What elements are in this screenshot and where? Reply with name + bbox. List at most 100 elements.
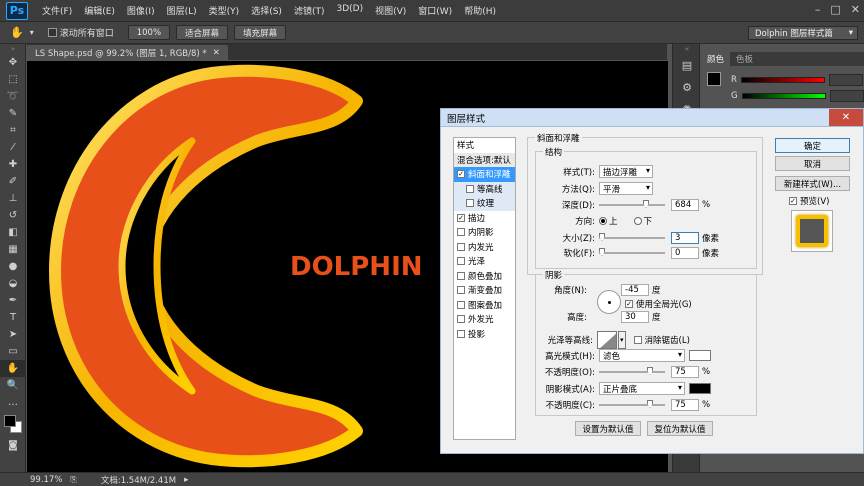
global-light-checkbox[interactable]: ✓ — [625, 300, 633, 308]
status-menu-arrow-icon[interactable]: ▸ — [184, 475, 188, 485]
new-style-button[interactable]: 新建样式(W)... — [775, 176, 850, 191]
menu-1[interactable]: 编辑(E) — [78, 4, 121, 17]
red-value[interactable] — [828, 74, 863, 86]
highlight-mode-select[interactable]: 滤色 — [599, 349, 685, 362]
menu-3[interactable]: 图层(L) — [161, 4, 203, 17]
reset-default-button[interactable]: 复位为默认值 — [647, 421, 713, 436]
lasso-tool-icon[interactable]: ➰ — [0, 88, 26, 105]
style-checkbox[interactable]: ✓ — [457, 213, 465, 222]
ok-button[interactable]: 确定 — [775, 138, 850, 153]
angle-input[interactable]: -45 — [621, 284, 649, 296]
tab-swatches[interactable]: 色板 — [730, 53, 759, 65]
shadow-opacity-slider[interactable] — [599, 400, 665, 408]
style-checkbox[interactable] — [457, 228, 465, 237]
direction-down-radio[interactable] — [633, 217, 642, 225]
move-tool-icon[interactable]: ✥ — [0, 54, 26, 71]
path-select-icon[interactable]: ➤ — [0, 326, 26, 343]
eraser-tool-icon[interactable]: ◧ — [0, 224, 26, 241]
style-checkbox[interactable] — [457, 300, 465, 309]
blur-tool-icon[interactable]: ● — [0, 258, 26, 275]
highlight-color-swatch[interactable] — [689, 350, 711, 361]
green-value[interactable] — [829, 90, 864, 102]
style-item[interactable]: 纹理 — [454, 196, 515, 211]
style-item[interactable]: 内发光 — [454, 240, 515, 255]
style-checkbox[interactable] — [457, 315, 465, 324]
minimize-button[interactable]: – — [815, 3, 821, 16]
fit-screen-button[interactable]: 适合屏幕 — [176, 25, 229, 40]
zoom-100-button[interactable]: 100% — [127, 25, 171, 40]
green-slider[interactable] — [741, 93, 826, 99]
shape-tool-icon[interactable]: ▭ — [0, 343, 26, 360]
quick-select-tool-icon[interactable]: ✎ — [0, 105, 26, 122]
menu-0[interactable]: 文件(F) — [36, 4, 78, 17]
style-item[interactable]: ✓ 斜面和浮雕 — [454, 167, 515, 182]
color-swatches[interactable] — [0, 411, 25, 437]
workspace-dropdown[interactable]: Dolphin 图层样式篇 ▾ — [748, 26, 858, 40]
menu-7[interactable]: 3D(D) — [330, 4, 369, 17]
menu-2[interactable]: 图像(I) — [121, 4, 161, 17]
tool-preset-dropdown[interactable]: ▾ — [30, 28, 34, 37]
style-checkbox[interactable] — [466, 199, 474, 208]
history-panel-icon[interactable]: ▤ — [673, 54, 701, 76]
size-slider[interactable] — [599, 233, 665, 241]
soften-slider-thumb[interactable] — [599, 248, 605, 256]
shadow-opacity-thumb[interactable] — [647, 400, 653, 408]
style-item[interactable]: ✓ 描边 — [454, 211, 515, 226]
maximize-button[interactable]: □ — [830, 3, 840, 16]
style-item[interactable]: 颜色叠加 — [454, 269, 515, 284]
highlight-opacity-thumb[interactable] — [647, 367, 653, 375]
menu-6[interactable]: 滤镜(T) — [288, 4, 331, 17]
size-slider-thumb[interactable] — [599, 233, 605, 241]
altitude-input[interactable]: 30 — [621, 311, 649, 323]
soften-slider[interactable] — [599, 248, 665, 256]
shadow-mode-select[interactable]: 正片叠底 — [599, 382, 685, 395]
close-tab-icon[interactable]: ✕ — [213, 48, 220, 58]
style-item[interactable]: 外发光 — [454, 312, 515, 327]
soften-input[interactable]: 0 — [671, 247, 699, 259]
status-export-icon[interactable]: ⎘ — [70, 475, 76, 485]
style-item[interactable]: 光泽 — [454, 254, 515, 269]
type-tool-icon[interactable]: T — [0, 309, 26, 326]
tab-color[interactable]: 颜色 — [701, 52, 731, 66]
style-checkbox[interactable] — [457, 257, 465, 266]
style-item[interactable]: 等高线 — [454, 181, 515, 196]
menu-10[interactable]: 帮助(H) — [458, 4, 502, 17]
style-checkbox[interactable]: ✓ — [457, 170, 465, 179]
brush-tool-icon[interactable]: ✐ — [0, 173, 26, 190]
close-button[interactable]: ✕ — [851, 3, 860, 16]
crop-tool-icon[interactable]: ⌗ — [0, 122, 26, 139]
pen-tool-icon[interactable]: ✒ — [0, 292, 26, 309]
shadow-color-swatch[interactable] — [689, 383, 711, 394]
hand-tool-icon[interactable]: ✋ — [10, 26, 24, 39]
technique-select[interactable]: 平滑 — [599, 182, 653, 195]
preview-checkbox[interactable]: ✓ — [789, 197, 797, 205]
gradient-tool-icon[interactable]: ▦ — [0, 241, 26, 258]
document-tab[interactable]: LS Shape.psd @ 99.2% (图层 1, RGB/8) * ✕ — [27, 45, 228, 60]
highlight-opacity-input[interactable]: 75 — [671, 366, 699, 378]
bevel-style-select[interactable]: 描边浮雕 — [599, 165, 653, 178]
direction-up-radio[interactable] — [599, 217, 607, 225]
history-brush-icon[interactable]: ↺ — [0, 207, 26, 224]
menu-5[interactable]: 选择(S) — [245, 4, 288, 17]
styles-header[interactable]: 样式 — [454, 138, 515, 153]
cancel-button[interactable]: 取消 — [775, 156, 850, 171]
contour-dropdown-icon[interactable]: ▾ — [618, 331, 626, 349]
menu-8[interactable]: 视图(V) — [369, 4, 412, 17]
quick-mask-icon[interactable]: ◙ — [0, 437, 26, 454]
hand-tool-icon[interactable]: ✋ — [0, 360, 26, 377]
scroll-all-windows-option[interactable]: 滚动所有窗口 — [47, 26, 114, 39]
more-tools-icon[interactable]: … — [0, 394, 26, 411]
panel-foreground-swatch[interactable] — [707, 72, 721, 86]
style-checkbox[interactable] — [457, 271, 465, 280]
style-item[interactable]: 渐变叠加 — [454, 283, 515, 298]
foreground-color-swatch[interactable] — [4, 415, 16, 427]
red-slider[interactable] — [740, 77, 825, 83]
shadow-opacity-input[interactable]: 75 — [671, 399, 699, 411]
style-item[interactable]: 投影 — [454, 327, 515, 342]
style-checkbox[interactable] — [457, 286, 465, 295]
style-item[interactable]: 图案叠加 — [454, 298, 515, 313]
highlight-opacity-slider[interactable] — [599, 367, 665, 375]
stamp-tool-icon[interactable]: ⊥ — [0, 190, 26, 207]
dock-collapse-icon[interactable]: « — [673, 44, 701, 54]
actions-panel-icon[interactable]: ⚙ — [673, 76, 701, 98]
